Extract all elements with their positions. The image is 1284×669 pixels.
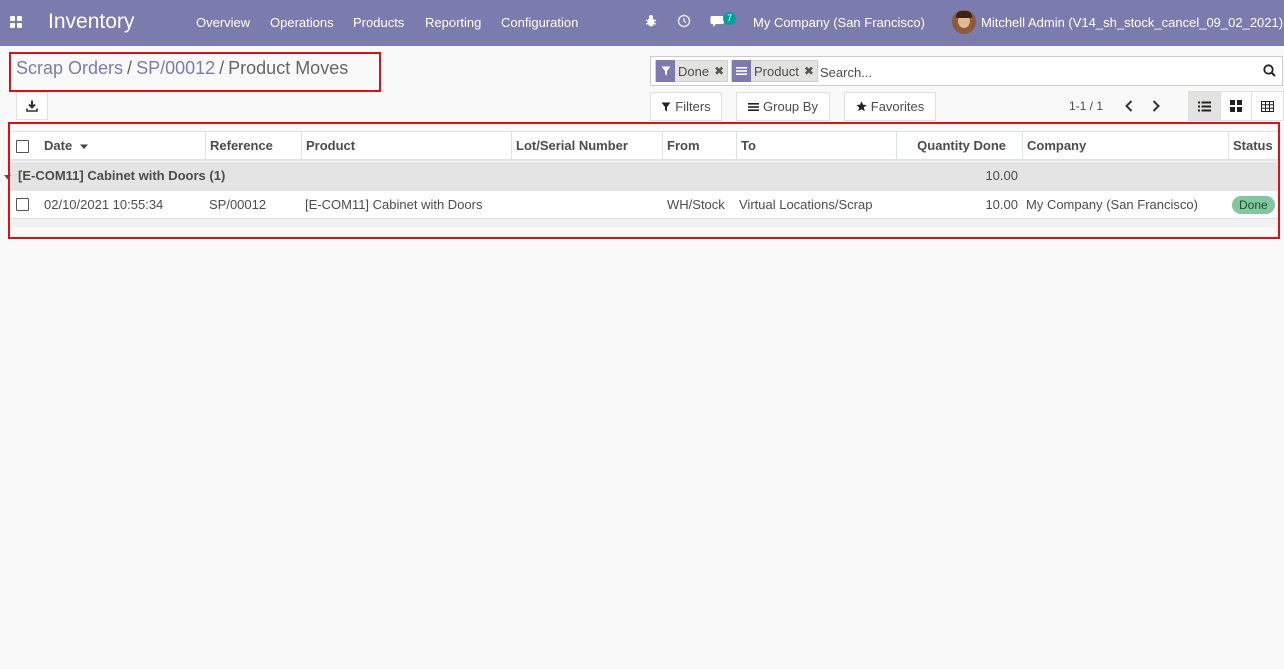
menu-overview[interactable]: Overview bbox=[196, 15, 250, 30]
list-highlight-box bbox=[8, 122, 1280, 239]
app-title[interactable]: Inventory bbox=[48, 10, 134, 34]
pivot-view-button[interactable] bbox=[1251, 91, 1284, 121]
clock-icon[interactable] bbox=[677, 14, 691, 31]
download-icon bbox=[26, 100, 38, 112]
favorites-button[interactable]: Favorites bbox=[844, 92, 936, 121]
group-by-button[interactable]: Group By bbox=[736, 92, 830, 121]
facet-product[interactable]: Product ✖ bbox=[731, 60, 818, 82]
facet-label: Product bbox=[754, 63, 799, 79]
avatar[interactable] bbox=[952, 10, 976, 34]
remove-facet-icon[interactable]: ✖ bbox=[714, 64, 724, 78]
kanban-view-button[interactable] bbox=[1220, 91, 1252, 121]
menu-reporting[interactable]: Reporting bbox=[425, 15, 481, 30]
company-switcher[interactable]: My Company (San Francisco) bbox=[753, 15, 925, 30]
list-view-icon bbox=[1197, 101, 1211, 111]
message-count-badge: 7 bbox=[723, 12, 737, 25]
table-view-icon bbox=[1261, 100, 1274, 112]
filter-icon bbox=[661, 102, 671, 112]
list-view-button[interactable] bbox=[1188, 91, 1220, 121]
pager-value[interactable]: 1-1 / 1 bbox=[1069, 99, 1103, 113]
group-by-icon bbox=[748, 102, 760, 112]
menu-operations[interactable]: Operations bbox=[270, 15, 334, 30]
pager-next-icon[interactable] bbox=[1148, 97, 1164, 115]
filter-icon bbox=[656, 60, 675, 82]
star-icon bbox=[856, 101, 867, 112]
top-navbar: Inventory Overview Operations Products R… bbox=[0, 0, 1284, 46]
pager-previous-icon[interactable] bbox=[1121, 97, 1137, 115]
search-box: Done ✖ Product ✖ bbox=[650, 56, 1283, 86]
remove-facet-icon[interactable]: ✖ bbox=[804, 64, 814, 78]
apps-grid-icon[interactable] bbox=[10, 16, 22, 28]
filters-button[interactable]: Filters bbox=[650, 92, 722, 121]
user-menu[interactable]: Mitchell Admin (V14_sh_stock_cancel_09_0… bbox=[981, 15, 1283, 30]
breadcrumb-highlight-box bbox=[9, 52, 381, 92]
facet-done[interactable]: Done ✖ bbox=[655, 60, 729, 82]
facet-label: Done bbox=[678, 63, 710, 79]
bug-icon[interactable] bbox=[644, 14, 658, 31]
menu-configuration[interactable]: Configuration bbox=[501, 15, 578, 30]
search-icon[interactable] bbox=[1263, 64, 1276, 80]
group-by-icon bbox=[732, 60, 751, 82]
menu-products[interactable]: Products bbox=[353, 15, 404, 30]
kanban-view-icon bbox=[1230, 100, 1242, 112]
export-button[interactable] bbox=[16, 92, 48, 120]
search-input[interactable] bbox=[820, 61, 1250, 83]
